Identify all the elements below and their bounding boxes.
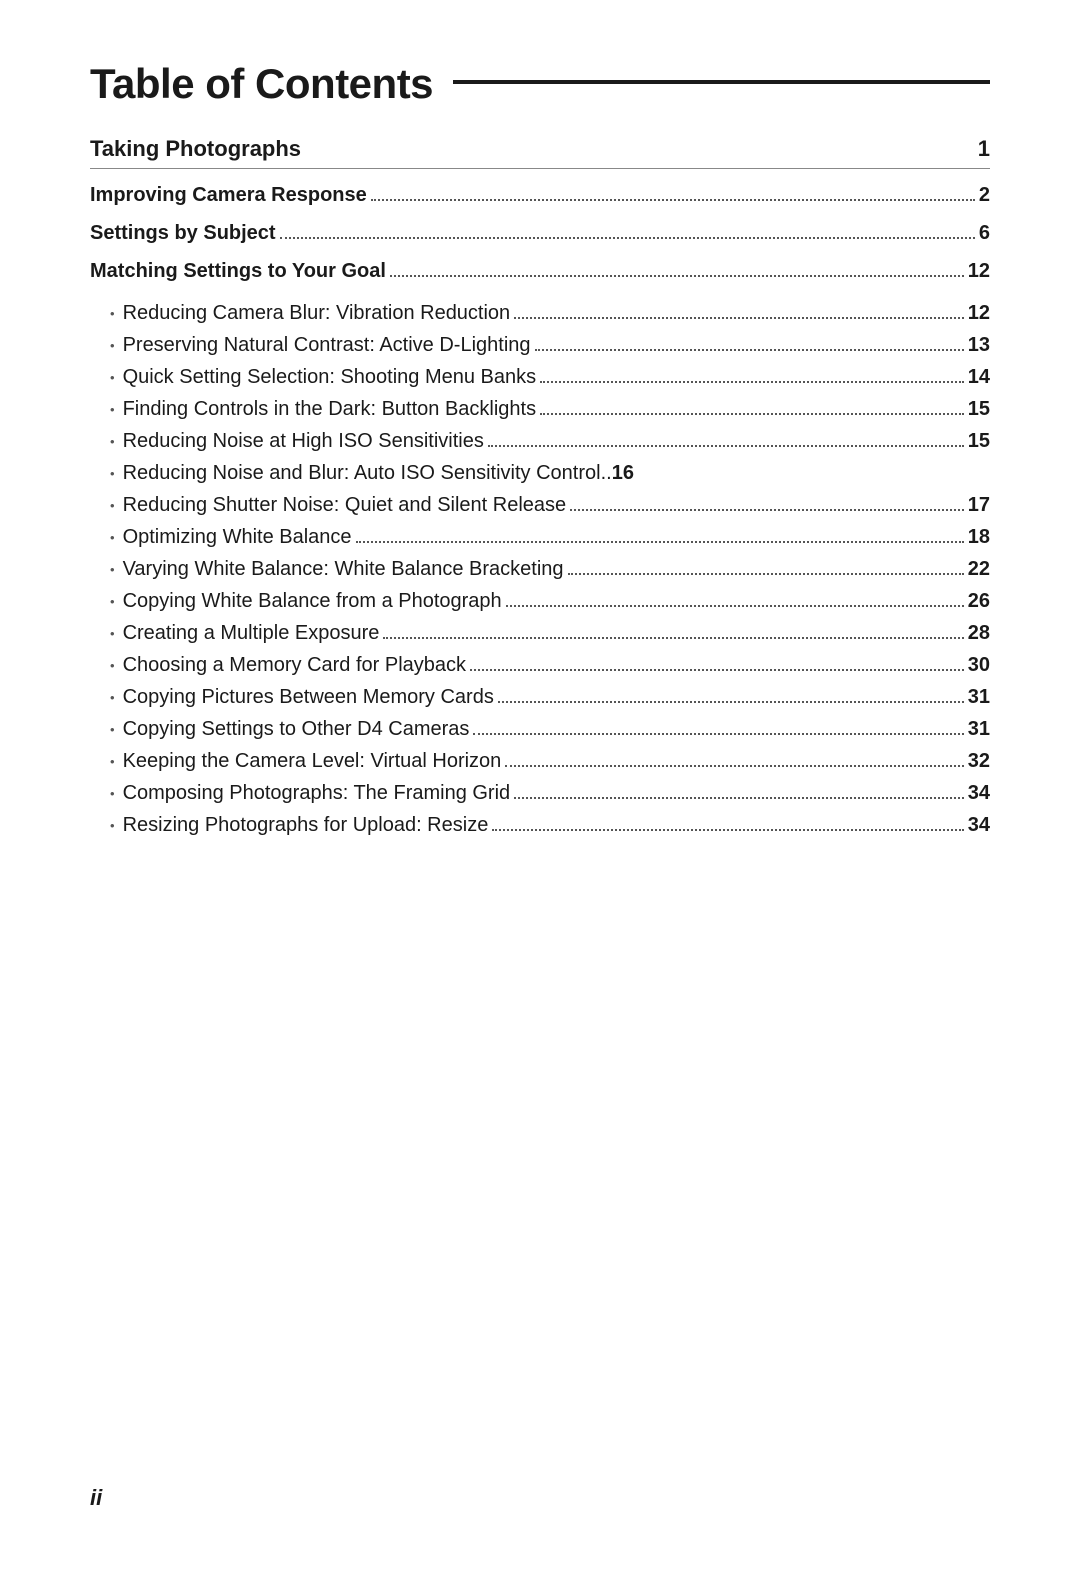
list-item: • Copying White Balance from a Photograp… (90, 585, 990, 617)
toc-level2-list: • Reducing Camera Blur: Vibration Reduct… (90, 297, 990, 841)
bullet-icon: • (110, 688, 115, 709)
list-item: • Copying Settings to Other D4 Cameras 3… (90, 713, 990, 745)
section-header-taking-photographs: Taking Photographs 1 (90, 136, 990, 169)
toc-entry-improving-camera-response: Improving Camera Response 2 (90, 179, 990, 211)
list-item: • Resizing Photographs for Upload: Resiz… (90, 809, 990, 841)
bullet-icon: • (110, 336, 115, 357)
list-item: • Reducing Noise at High ISO Sensitiviti… (90, 425, 990, 457)
list-item: • Copying Pictures Between Memory Cards … (90, 681, 990, 713)
toc-dots (540, 413, 964, 415)
bullet-icon: • (110, 816, 115, 837)
toc-dots (383, 637, 963, 639)
toc-dots (371, 199, 975, 201)
bullet-icon: • (110, 592, 115, 613)
list-item: • Choosing a Memory Card for Playback 30 (90, 649, 990, 681)
toc-dots (280, 237, 975, 239)
toc-dots (505, 765, 963, 767)
toc-dots (473, 733, 963, 735)
list-item: • Reducing Noise and Blur: Auto ISO Sens… (90, 457, 990, 489)
toc-dots (514, 797, 964, 799)
toc-dots (506, 605, 964, 607)
bullet-icon: • (110, 400, 115, 421)
toc-dots (568, 573, 964, 575)
list-item: • Reducing Shutter Noise: Quiet and Sile… (90, 489, 990, 521)
toc-dots (390, 275, 964, 277)
bullet-icon: • (110, 464, 115, 485)
toc-level1-list: Improving Camera Response 2 Settings by … (90, 179, 990, 287)
bullet-icon: • (110, 304, 115, 325)
toc-dots (498, 701, 964, 703)
list-item: • Quick Setting Selection: Shooting Menu… (90, 361, 990, 393)
toc-dots (570, 509, 964, 511)
bullet-icon: • (110, 496, 115, 517)
section-title: Taking Photographs (90, 136, 301, 162)
bullet-icon: • (110, 368, 115, 389)
bullet-icon: • (110, 560, 115, 581)
toc-dots (514, 317, 964, 319)
bullet-icon: • (110, 528, 115, 549)
toc-dots (492, 829, 963, 831)
footer-page-number: ii (90, 1485, 102, 1511)
section-page: 1 (978, 136, 990, 162)
page-title: Table of Contents (90, 60, 990, 108)
bullet-icon: • (110, 432, 115, 453)
list-item: • Keeping the Camera Level: Virtual Hori… (90, 745, 990, 777)
list-item: • Finding Controls in the Dark: Button B… (90, 393, 990, 425)
bullet-icon: • (110, 624, 115, 645)
list-item: • Preserving Natural Contrast: Active D-… (90, 329, 990, 361)
list-item: • Varying White Balance: White Balance B… (90, 553, 990, 585)
list-item: • Composing Photographs: The Framing Gri… (90, 777, 990, 809)
list-item: • Optimizing White Balance 18 (90, 521, 990, 553)
title-divider (453, 80, 990, 84)
bullet-icon: • (110, 656, 115, 677)
list-item: • Creating a Multiple Exposure 28 (90, 617, 990, 649)
bullet-icon: • (110, 784, 115, 805)
bullet-icon: • (110, 720, 115, 741)
toc-entry-settings-by-subject: Settings by Subject 6 (90, 217, 990, 249)
toc-dots (488, 445, 964, 447)
toc-entry-matching-settings: Matching Settings to Your Goal 12 (90, 255, 990, 287)
list-item: • Reducing Camera Blur: Vibration Reduct… (90, 297, 990, 329)
toc-dots (540, 381, 964, 383)
toc-dots (356, 541, 964, 543)
bullet-icon: • (110, 752, 115, 773)
toc-dots (535, 349, 964, 351)
toc-dots (470, 669, 964, 671)
